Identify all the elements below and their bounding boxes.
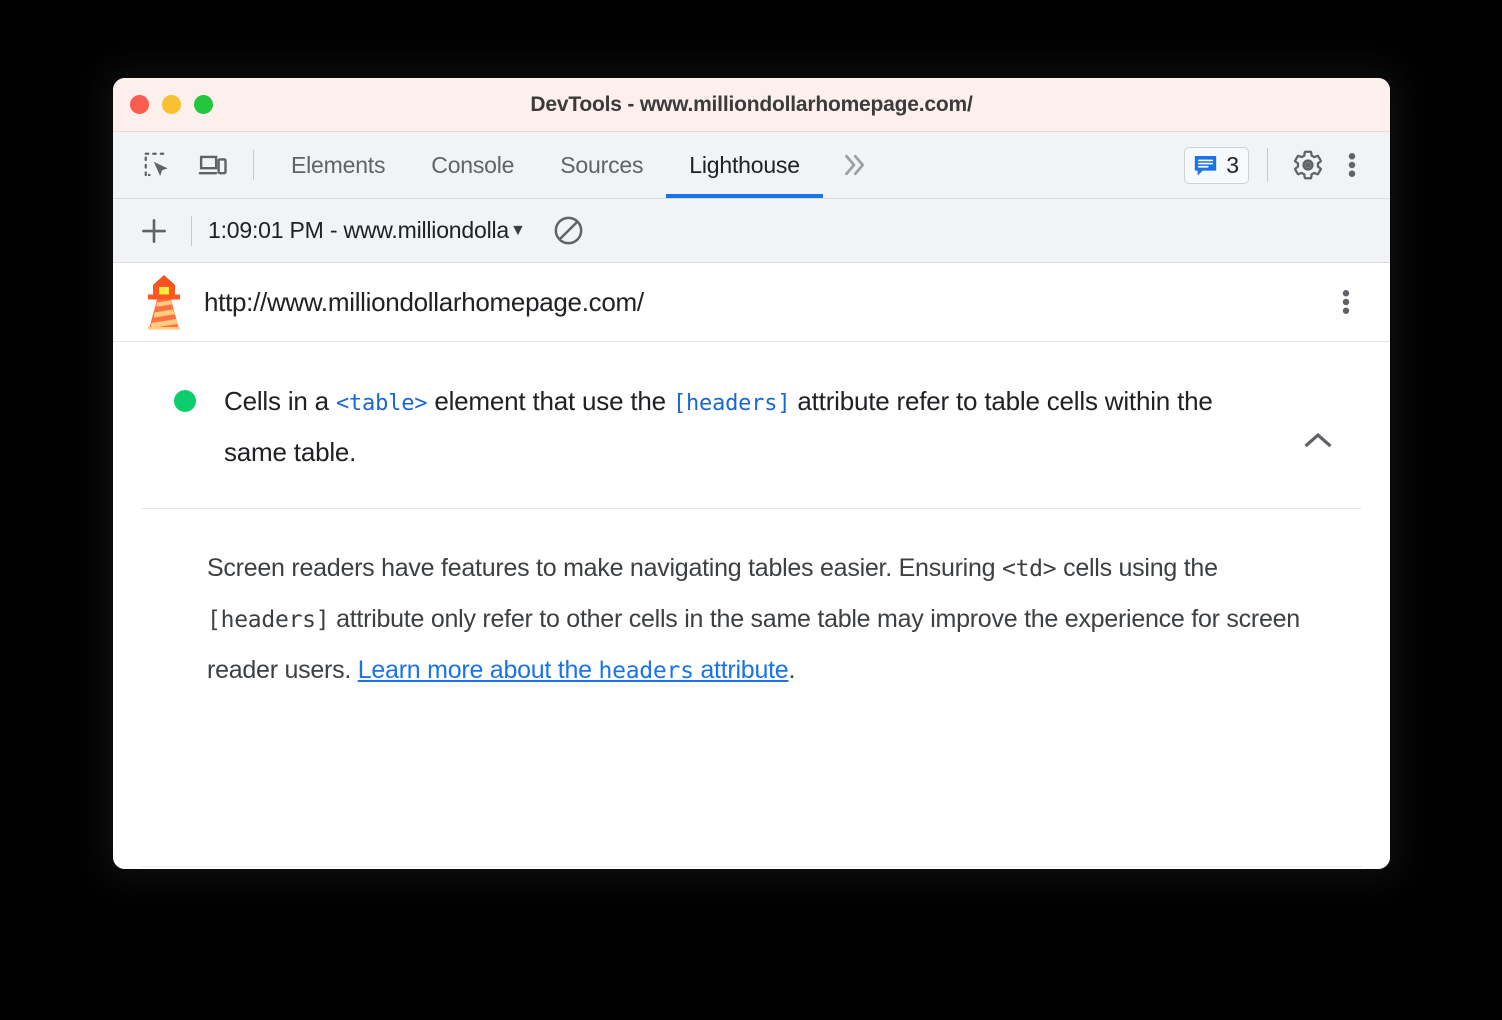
link-text: attribute (693, 656, 789, 685)
vertical-dots-icon[interactable] (1330, 143, 1374, 187)
tab-label: Console (431, 151, 515, 178)
audit-title-text: element that use the (427, 386, 673, 416)
chevron-up-icon[interactable] (1300, 422, 1336, 458)
devtools-window: DevTools - www.milliondollarhomepage.com… (113, 78, 1390, 869)
toolbar-divider (253, 150, 254, 180)
traffic-lights (130, 78, 213, 131)
audit-title-text: Cells in a (224, 386, 336, 416)
toolbar-divider (191, 215, 192, 246)
audit-desc-text: cells using the (1056, 554, 1218, 583)
audit-desc-text: . (788, 656, 796, 685)
tab-label: Sources (560, 151, 644, 178)
link-text: Learn more about the (357, 656, 599, 685)
tabbar-right-actions: 3 (1184, 132, 1390, 198)
issues-badge[interactable]: 3 (1184, 146, 1249, 184)
minimize-window-button[interactable] (162, 95, 181, 114)
tab-label: Elements (291, 151, 386, 178)
lighthouse-report-header: http://www.milliondollarhomepage.com/ (113, 263, 1390, 342)
report-url: http://www.milliondollarhomepage.com/ (204, 286, 644, 317)
audit-title-code-headers: [headers] (672, 391, 791, 416)
device-toolbar-icon[interactable] (187, 132, 239, 198)
audit-detail-panel: Cells in a <table> element that use the … (113, 342, 1390, 869)
tab-elements[interactable]: Elements (268, 132, 408, 198)
inspect-element-icon[interactable] (131, 132, 183, 198)
tab-lighthouse[interactable]: Lighthouse (666, 132, 823, 198)
no-entry-clear-icon[interactable] (552, 214, 585, 247)
audit-desc-text: Screen readers have features to make nav… (207, 554, 1002, 583)
audit-title-code-table: <table> (335, 391, 428, 416)
learn-more-link[interactable]: Learn more about the headers attribute (358, 656, 789, 684)
lighthouse-run-toolbar: 1:09:01 PM - www.milliondolla ▼ (113, 199, 1390, 263)
triangle-down-icon: ▼ (510, 221, 526, 239)
issues-count: 3 (1226, 151, 1239, 178)
tab-console[interactable]: Console (408, 132, 537, 198)
audit-title: Cells in a <table> element that use the … (224, 376, 1274, 478)
run-selector-label: 1:09:01 PM - www.milliondolla (208, 217, 509, 243)
passed-green-dot (174, 390, 196, 412)
title-bar: DevTools - www.milliondollarhomepage.com… (113, 78, 1390, 132)
lighthouse-icon (148, 275, 180, 330)
gear-icon[interactable] (1286, 143, 1330, 187)
run-selector-dropdown[interactable]: 1:09:01 PM - www.milliondolla ▼ (208, 217, 526, 244)
report-menu-vertical-dots-icon[interactable] (1324, 280, 1368, 324)
panel-bottom-divider (141, 866, 1362, 867)
close-window-button[interactable] (130, 95, 149, 114)
devtools-tab-bar: Elements Console Sources Lighthouse 3 (113, 132, 1390, 199)
plus-icon[interactable] (129, 216, 179, 246)
link-code-headers: headers (598, 658, 694, 685)
audit-title-row[interactable]: Cells in a <table> element that use the … (141, 342, 1362, 510)
tab-sources[interactable]: Sources (537, 132, 666, 198)
audit-description: Screen readers have features to make nav… (141, 509, 1337, 696)
toolbar-divider (1267, 148, 1268, 182)
issues-speech-bubble-icon (1195, 155, 1217, 176)
audit-desc-code-td: <td> (1001, 556, 1057, 583)
window-title: DevTools - www.milliondollarhomepage.com… (530, 92, 973, 116)
chevron-double-right-icon[interactable] (823, 132, 885, 198)
tab-label: Lighthouse (689, 151, 800, 178)
audit-desc-code-headers: [headers] (207, 607, 330, 634)
maximize-window-button[interactable] (194, 95, 213, 114)
